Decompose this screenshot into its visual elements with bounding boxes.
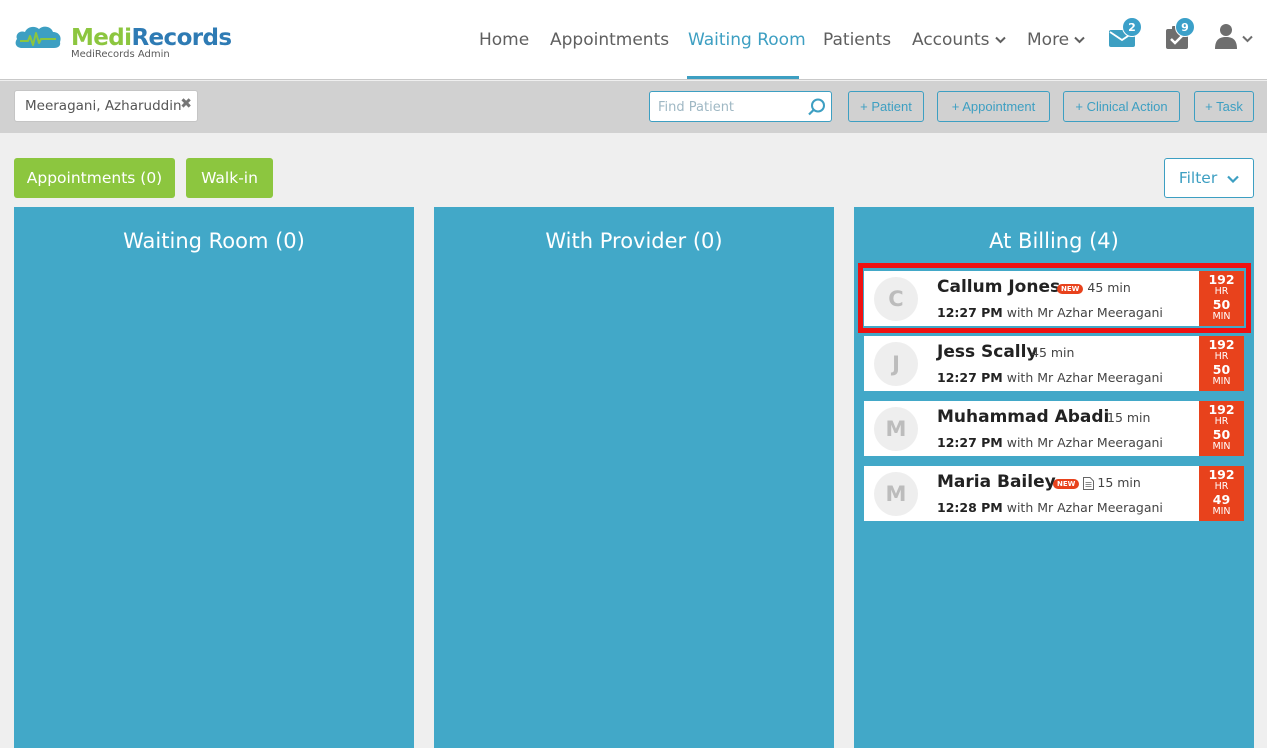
elapsed-timer: 192 HR 50 MIN xyxy=(1199,401,1244,456)
provider-filter-tag: Meeragani, Azharuddin ✖ xyxy=(14,90,198,122)
new-badge: NEW xyxy=(1057,283,1084,294)
appointment-info: 12:27 PM with Mr Azhar Meeragani xyxy=(937,370,1163,386)
chevron-down-icon xyxy=(994,36,1006,44)
timer-minutes-unit: MIN xyxy=(1212,441,1231,452)
avatar: M xyxy=(874,407,918,451)
search-icon[interactable] xyxy=(808,98,826,116)
provider-name: with Mr Azhar Meeragani xyxy=(1006,305,1163,320)
timer-hours: 192 xyxy=(1208,402,1235,417)
appointment-time: 12:27 PM xyxy=(937,370,1003,385)
visit-duration: 15 min xyxy=(1097,475,1141,490)
column-title: Waiting Room (0) xyxy=(123,229,305,253)
new-badge: NEW xyxy=(1053,478,1080,489)
timer-hours: 192 xyxy=(1208,272,1235,287)
chevron-down-icon xyxy=(1242,35,1253,43)
patient-meta: 15 min xyxy=(1107,409,1150,427)
filter-button[interactable]: Filter xyxy=(1164,158,1254,198)
messages-count-badge: 2 xyxy=(1122,17,1142,37)
patient-card[interactable]: M Maria Bailey NEW 15 min 12:28 PM with M… xyxy=(864,466,1244,521)
timer-minutes: 50 xyxy=(1212,362,1231,377)
add-task-button[interactable]: + Task xyxy=(1194,91,1254,122)
appointment-info: 12:27 PM with Mr Azhar Meeragani xyxy=(937,305,1163,321)
patient-name: Muhammad Abadi xyxy=(937,407,1110,427)
add-clinical-action-button[interactable]: + Clinical Action xyxy=(1063,91,1180,122)
walkin-button[interactable]: Walk-in xyxy=(186,158,273,198)
column-title: With Provider (0) xyxy=(545,229,723,253)
appointment-info: 12:27 PM with Mr Azhar Meeragani xyxy=(937,435,1163,451)
nav-more-label: More xyxy=(1027,30,1070,50)
timer-minutes-unit: MIN xyxy=(1212,311,1231,322)
timer-minutes-unit: MIN xyxy=(1212,376,1231,387)
visit-duration: 15 min xyxy=(1107,410,1151,425)
visit-duration: 45 min xyxy=(1087,280,1131,295)
active-nav-indicator xyxy=(687,76,799,79)
add-appointment-button[interactable]: + Appointment xyxy=(937,91,1050,122)
patient-meta: NEW 15 min xyxy=(1053,474,1141,492)
cloud-logo-icon xyxy=(15,26,61,48)
provider-name: with Mr Azhar Meeragani xyxy=(1006,435,1163,450)
patient-card[interactable]: M Muhammad Abadi 15 min 12:27 PM with Mr… xyxy=(864,401,1244,456)
avatar: M xyxy=(874,472,918,516)
appointment-time: 12:28 PM xyxy=(937,500,1003,515)
app-header: MediRecords MediRecords Admin Home Appoi… xyxy=(0,0,1267,80)
patient-name: Jess Scally xyxy=(937,342,1038,362)
provider-name: with Mr Azhar Meeragani xyxy=(1006,500,1163,515)
appointments-button[interactable]: Appointments (0) xyxy=(14,158,175,198)
avatar: C xyxy=(874,277,918,321)
elapsed-timer: 192 HR 50 MIN xyxy=(1199,336,1244,391)
filter-label: Filter xyxy=(1178,169,1218,187)
column-title: At Billing (4) xyxy=(989,229,1119,253)
remove-tag-icon[interactable]: ✖ xyxy=(180,96,192,112)
brand-name-part2: Records xyxy=(131,25,232,51)
avatar: J xyxy=(874,342,918,386)
brand-subtitle: MediRecords Admin xyxy=(71,49,170,60)
appointment-time: 12:27 PM xyxy=(937,305,1003,320)
chevron-down-icon xyxy=(1074,36,1085,44)
timer-minutes: 49 xyxy=(1212,492,1231,507)
at-billing-column: At Billing (4) C Callum Jones NEW 45 min … xyxy=(854,207,1254,748)
timer-minutes: 50 xyxy=(1212,297,1231,312)
brand-name: MediRecords xyxy=(71,25,232,51)
provider-name: with Mr Azhar Meeragani xyxy=(1006,370,1163,385)
patient-meta: NEW 45 min xyxy=(1057,279,1131,297)
add-patient-button[interactable]: + Patient xyxy=(848,91,924,122)
find-patient-search xyxy=(649,91,832,122)
waiting-room-column: Waiting Room (0) xyxy=(14,207,414,748)
nav-home[interactable]: Home xyxy=(479,29,529,51)
nav-patients[interactable]: Patients xyxy=(823,29,891,51)
document-icon[interactable] xyxy=(1083,477,1095,490)
elapsed-timer: 192 HR 50 MIN xyxy=(1199,271,1244,326)
appointment-time: 12:27 PM xyxy=(937,435,1003,450)
timer-hours: 192 xyxy=(1208,467,1235,482)
patient-name: Callum Jones xyxy=(937,277,1061,297)
timer-hours: 192 xyxy=(1208,337,1235,352)
nav-waiting-room[interactable]: Waiting Room xyxy=(688,29,806,51)
nav-appointments[interactable]: Appointments xyxy=(550,29,669,51)
tasks-button[interactable]: 9 xyxy=(1165,17,1195,54)
nav-more[interactable]: More xyxy=(1027,29,1085,51)
provider-filter-label: Meeragani, Azharuddin xyxy=(25,98,182,114)
tasks-count-badge: 9 xyxy=(1175,17,1195,37)
elapsed-timer: 192 HR 49 MIN xyxy=(1199,466,1244,521)
patient-name: Maria Bailey xyxy=(937,472,1056,492)
patient-card[interactable]: J Jess Scally 45 min 12:27 PM with Mr Az… xyxy=(864,336,1244,391)
user-menu-button[interactable] xyxy=(1215,23,1253,53)
patient-card[interactable]: C Callum Jones NEW 45 min 12:27 PM with M… xyxy=(864,271,1244,326)
toolbar: Meeragani, Azharuddin ✖ + Patient + Appo… xyxy=(0,81,1267,133)
timer-minutes-unit: MIN xyxy=(1212,506,1231,517)
timer-minutes: 50 xyxy=(1212,427,1231,442)
visit-duration: 45 min xyxy=(1031,345,1075,360)
user-icon xyxy=(1215,24,1237,49)
patient-meta: 45 min xyxy=(1031,344,1074,362)
with-provider-column: With Provider (0) xyxy=(434,207,834,748)
nav-accounts[interactable]: Accounts xyxy=(912,29,1006,51)
brand-name-part1: Medi xyxy=(71,25,132,51)
nav-accounts-label: Accounts xyxy=(912,30,990,50)
brand-logo[interactable]: MediRecords MediRecords Admin xyxy=(14,22,232,64)
appointment-info: 12:28 PM with Mr Azhar Meeragani xyxy=(937,500,1163,516)
messages-button[interactable]: 2 xyxy=(1109,17,1142,52)
chevron-down-icon xyxy=(1227,175,1239,183)
find-patient-input[interactable] xyxy=(658,97,808,117)
